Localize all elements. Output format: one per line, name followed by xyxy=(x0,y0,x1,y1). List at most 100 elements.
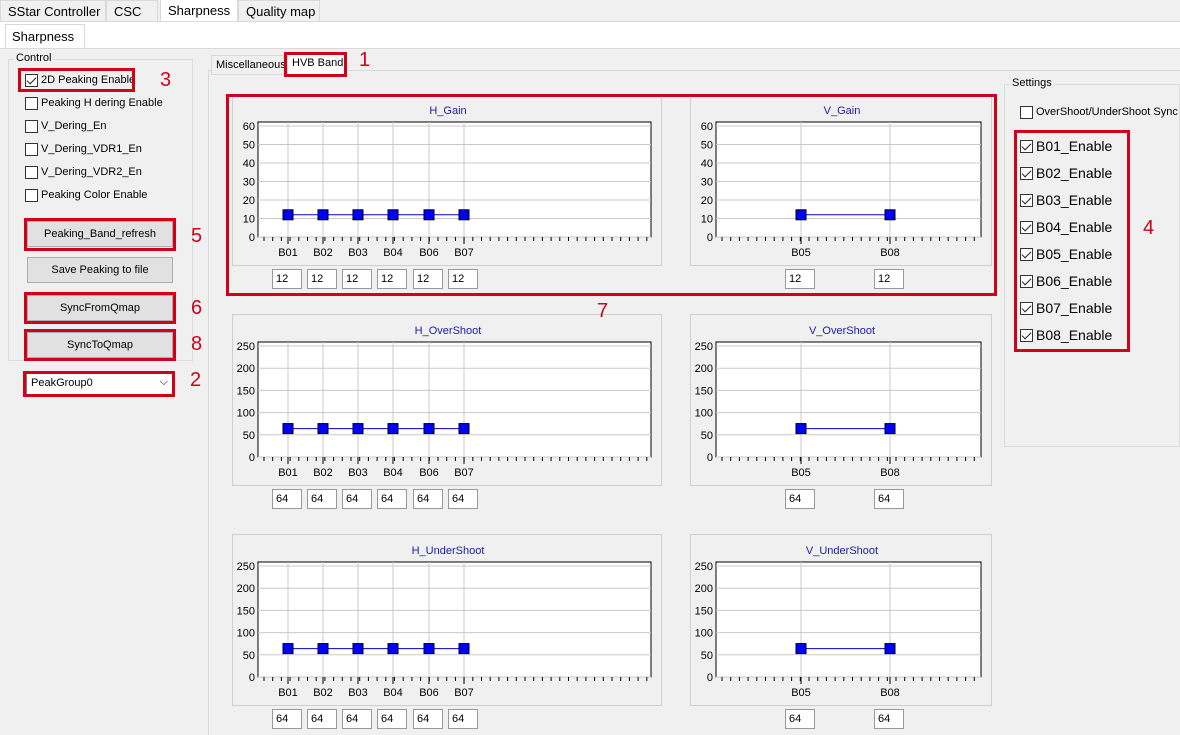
checkbox-v-dering-en[interactable]: V_Dering_En xyxy=(25,118,106,134)
tab-csc[interactable]: CSC xyxy=(106,0,158,22)
band-value-input[interactable]: 64 xyxy=(785,489,815,509)
data-point-marker[interactable] xyxy=(387,643,399,655)
tab-sharpness[interactable]: Sharpness xyxy=(160,0,238,23)
checkbox-box[interactable] xyxy=(25,188,38,202)
tab-hvb-band[interactable]: HVB Band xyxy=(287,53,345,75)
band-value-input[interactable]: 12 xyxy=(413,269,443,289)
band-value-input[interactable]: 64 xyxy=(874,709,904,729)
h-overshoot-chart: H_OverShoot 0 50 100 150 200 250 B01 B02 B03 B04 B0… xyxy=(237,325,652,479)
y-tick-label: 30 xyxy=(701,177,713,189)
checkbox-overshoot-undershoot-sync[interactable]: OverShoot/UnderShoot Sync xyxy=(1020,104,1178,120)
band-value-input[interactable]: 64 xyxy=(307,709,337,729)
band-value-input[interactable]: 64 xyxy=(874,489,904,509)
band-value-input[interactable]: 64 xyxy=(342,709,372,729)
band-value-input[interactable]: 64 xyxy=(785,709,815,729)
checkbox-b07-enable[interactable]: B07_Enable xyxy=(1020,298,1112,318)
checkbox-box[interactable] xyxy=(1020,301,1033,315)
data-point-marker[interactable] xyxy=(458,423,470,435)
save-peaking-button[interactable]: Save Peaking to file xyxy=(27,257,173,283)
band-value-input[interactable]: 64 xyxy=(377,709,407,729)
sharpness-page: Sharpness Control 2D Peaking Enable Peak… xyxy=(0,22,1180,735)
y-tick-label: 10 xyxy=(243,214,255,226)
data-point-marker[interactable] xyxy=(352,643,364,655)
data-point-marker[interactable] xyxy=(795,643,807,655)
band-value-input[interactable]: 64 xyxy=(448,489,478,509)
data-point-marker[interactable] xyxy=(387,209,399,221)
checkbox-box[interactable] xyxy=(1020,166,1033,180)
checkbox-box[interactable] xyxy=(1020,274,1033,288)
band-value-input[interactable]: 64 xyxy=(377,489,407,509)
data-point-marker[interactable] xyxy=(352,209,364,221)
band-value-input[interactable]: 12 xyxy=(448,269,478,289)
data-point-marker[interactable] xyxy=(282,423,294,435)
checkbox-box[interactable] xyxy=(25,96,38,110)
checkbox-box[interactable] xyxy=(1020,105,1033,119)
data-point-marker[interactable] xyxy=(317,643,329,655)
checkbox-box[interactable] xyxy=(25,165,38,179)
band-value-input[interactable]: 12 xyxy=(785,269,815,289)
checkbox-b01-enable[interactable]: B01_Enable xyxy=(1020,136,1112,156)
band-value-input[interactable]: 64 xyxy=(413,709,443,729)
peaking-band-refresh-button[interactable]: Peaking_Band_refresh xyxy=(27,221,173,247)
checkbox-box[interactable] xyxy=(1020,220,1033,234)
data-point-marker[interactable] xyxy=(282,643,294,655)
data-point-marker[interactable] xyxy=(423,643,435,655)
checkbox-label: B05_Enable xyxy=(1036,246,1113,262)
band-value-input[interactable]: 64 xyxy=(272,489,302,509)
band-value-input[interactable]: 64 xyxy=(448,709,478,729)
checkbox-b08-enable[interactable]: B08_Enable xyxy=(1020,325,1112,345)
sync-from-qmap-button[interactable]: SyncFromQmap xyxy=(27,295,173,321)
checkbox-b04-enable[interactable]: B04_Enable xyxy=(1020,217,1112,237)
data-point-marker[interactable] xyxy=(795,209,807,221)
data-point-marker[interactable] xyxy=(352,423,364,435)
band-value-input[interactable]: 12 xyxy=(307,269,337,289)
checkbox-2d-peaking-enable[interactable]: 2D Peaking Enable xyxy=(25,72,135,88)
data-point-marker[interactable] xyxy=(458,643,470,655)
checkbox-box[interactable] xyxy=(1020,247,1033,261)
checkbox-peaking-color-enable[interactable]: Peaking Color Enable xyxy=(25,187,147,203)
x-tick-label: B03 xyxy=(348,467,368,479)
checkbox-b06-enable[interactable]: B06_Enable xyxy=(1020,271,1112,291)
data-point-marker[interactable] xyxy=(282,209,294,221)
band-value-input[interactable]: 64 xyxy=(413,489,443,509)
band-value-input[interactable]: 64 xyxy=(272,709,302,729)
data-point-marker[interactable] xyxy=(884,209,896,221)
subtab-sharpness[interactable]: Sharpness xyxy=(5,24,85,48)
data-point-marker[interactable] xyxy=(884,643,896,655)
tab-sstar-controller[interactable]: SStar Controller xyxy=(0,0,106,22)
checkbox-b02-enable[interactable]: B02_Enable xyxy=(1020,163,1112,183)
data-point-marker[interactable] xyxy=(317,209,329,221)
band-value-input[interactable]: 64 xyxy=(342,489,372,509)
tab-miscellaneous[interactable]: Miscellaneous xyxy=(211,55,286,75)
data-point-marker[interactable] xyxy=(317,423,329,435)
checkbox-peaking-h-dering-enable[interactable]: Peaking H dering Enable xyxy=(25,95,163,111)
checkbox-b05-enable[interactable]: B05_Enable xyxy=(1020,244,1112,264)
y-tick-label: 200 xyxy=(237,583,255,595)
checkbox-box[interactable] xyxy=(1020,193,1033,207)
checkbox-box[interactable] xyxy=(25,142,38,156)
data-point-marker[interactable] xyxy=(884,423,896,435)
checkbox-box[interactable] xyxy=(1020,139,1033,153)
tab-quality-map[interactable]: Quality map xyxy=(238,0,320,22)
checkbox-box[interactable] xyxy=(25,119,38,133)
checkbox-v-dering-vdr2-en[interactable]: V_Dering_VDR2_En xyxy=(25,164,142,180)
data-point-marker[interactable] xyxy=(423,423,435,435)
x-tick-label: B06 xyxy=(419,467,439,479)
band-value-input[interactable]: 12 xyxy=(342,269,372,289)
checkbox-b03-enable[interactable]: B03_Enable xyxy=(1020,190,1112,210)
data-point-marker[interactable] xyxy=(795,423,807,435)
sync-to-qmap-button[interactable]: SyncToQmap xyxy=(27,332,173,358)
band-value-input[interactable]: 12 xyxy=(874,269,904,289)
y-tick-label: 150 xyxy=(237,385,255,397)
y-tick-label: 150 xyxy=(695,605,713,617)
data-point-marker[interactable] xyxy=(458,209,470,221)
checkbox-v-dering-vdr1-en[interactable]: V_Dering_VDR1_En xyxy=(25,141,142,157)
peak-group-select[interactable]: PeakGroup0 ⌵ xyxy=(26,373,173,395)
band-value-input[interactable]: 12 xyxy=(272,269,302,289)
band-value-input[interactable]: 64 xyxy=(307,489,337,509)
data-point-marker[interactable] xyxy=(387,423,399,435)
band-value-input[interactable]: 12 xyxy=(377,269,407,289)
data-point-marker[interactable] xyxy=(423,209,435,221)
checkbox-box[interactable] xyxy=(25,73,38,87)
checkbox-box[interactable] xyxy=(1020,328,1033,342)
